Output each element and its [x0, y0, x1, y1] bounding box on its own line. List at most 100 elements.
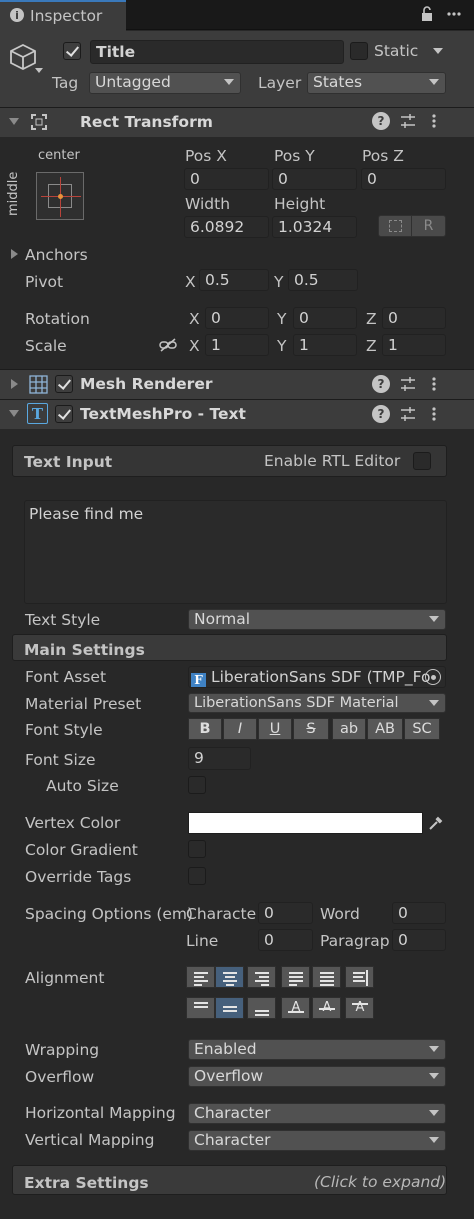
font-style-strikethrough-button[interactable]: S — [293, 718, 329, 740]
align-midline-button[interactable]: A — [312, 997, 341, 1019]
height-label: Height — [274, 195, 326, 213]
anchors-label[interactable]: Anchors — [25, 245, 88, 265]
material-preset-dropdown[interactable]: LiberationSans SDF Material — [188, 693, 446, 713]
word-spacing-label: Word — [320, 905, 360, 923]
horizontal-mapping-dropdown[interactable]: Character — [188, 1103, 446, 1124]
scale-y-field[interactable]: 1 — [293, 334, 357, 356]
align-middle-button[interactable] — [215, 997, 244, 1019]
align-geometry-center-button[interactable] — [345, 966, 374, 988]
foldout-expanded-icon[interactable] — [9, 410, 19, 417]
height-field[interactable]: 1.0324 — [272, 216, 357, 238]
blueprint-mode-button[interactable] — [378, 215, 412, 237]
help-icon[interactable]: ? — [372, 112, 390, 130]
layer-label: Layer — [258, 74, 302, 92]
font-style-smallcaps-button[interactable]: SC — [404, 718, 440, 740]
paragraph-spacing-label: Paragrap — [320, 932, 390, 950]
align-justified-button[interactable] — [281, 966, 310, 988]
line-spacing-field[interactable]: 0 — [258, 929, 313, 951]
scale-z-field[interactable]: 1 — [382, 334, 446, 356]
vertical-mapping-dropdown[interactable]: Character — [188, 1130, 446, 1151]
pivot-x-field[interactable]: 0.5 — [199, 269, 269, 291]
constrain-proportions-link-icon[interactable] — [158, 335, 178, 355]
align-left-button[interactable] — [186, 966, 215, 988]
static-checkbox[interactable] — [350, 42, 368, 60]
font-style-bold-button[interactable]: B — [188, 718, 222, 740]
override-tags-checkbox[interactable] — [188, 867, 206, 885]
width-field[interactable]: 6.0892 — [184, 216, 269, 238]
vertex-color-swatch[interactable] — [188, 812, 423, 834]
rot-y-field[interactable]: 0 — [293, 307, 357, 329]
rot-x-field[interactable]: 0 — [205, 307, 269, 329]
active-checkbox[interactable] — [63, 42, 81, 60]
text-input-label: Text Input — [24, 453, 113, 471]
character-spacing-field[interactable]: 0 — [258, 902, 313, 924]
presets-sliders-icon[interactable] — [399, 111, 417, 131]
more-menu-icon[interactable] — [442, 4, 466, 24]
tag-dropdown[interactable]: Untagged — [89, 72, 241, 94]
pos-y-field[interactable]: 0 — [272, 168, 357, 190]
align-flush-button[interactable] — [312, 966, 341, 988]
textmeshpro-title: TextMeshPro - Text — [80, 405, 246, 423]
help-icon[interactable]: ? — [372, 375, 390, 393]
text-input-value: Please find me — [29, 505, 144, 523]
font-style-italic-button[interactable]: I — [223, 718, 257, 740]
raw-edit-button[interactable]: R — [411, 215, 446, 237]
paragraph-spacing-field[interactable]: 0 — [392, 929, 446, 951]
pos-z-field[interactable]: 0 — [361, 168, 446, 190]
chevron-down-icon — [429, 79, 439, 85]
align-center-button[interactable] — [215, 966, 244, 988]
textmeshpro-enabled-checkbox[interactable] — [55, 405, 73, 423]
object-picker-icon[interactable] — [425, 669, 441, 685]
text-input-area[interactable]: Please find me — [24, 500, 447, 604]
presets-sliders-icon[interactable] — [399, 374, 417, 394]
icon-dropdown-arrow[interactable] — [35, 68, 43, 73]
color-gradient-checkbox[interactable] — [188, 840, 206, 858]
align-baseline-button[interactable]: A — [281, 997, 310, 1019]
align-capline-button[interactable]: A — [345, 997, 374, 1019]
pos-x-label: Pos X — [185, 147, 227, 165]
font-style-lowercase-button[interactable]: ab — [332, 718, 366, 740]
anchor-preset-button[interactable] — [36, 172, 84, 220]
font-size-field[interactable]: 9 — [188, 747, 251, 770]
auto-size-checkbox[interactable] — [188, 776, 206, 794]
align-bottom-button[interactable] — [247, 997, 276, 1019]
anchors-foldout-icon[interactable] — [11, 249, 18, 259]
font-style-uppercase-button[interactable]: AB — [367, 718, 403, 740]
pivot-y-field[interactable]: 0.5 — [288, 269, 358, 291]
component-menu-icon[interactable] — [426, 111, 442, 131]
inspector-tab[interactable]: i Inspector — [0, 0, 126, 31]
name-field[interactable]: Title — [90, 40, 344, 64]
component-menu-icon[interactable] — [426, 404, 442, 424]
overflow-dropdown[interactable]: Overflow — [188, 1066, 446, 1087]
align-right-button[interactable] — [247, 966, 276, 988]
font-style-underline-button[interactable]: U — [258, 718, 292, 740]
text-style-label: Text Style — [25, 611, 101, 629]
wrapping-dropdown[interactable]: Enabled — [188, 1039, 446, 1060]
layer-dropdown[interactable]: States — [307, 72, 446, 94]
word-spacing-field[interactable]: 0 — [392, 902, 446, 924]
font-asset-label: Font Asset — [25, 668, 107, 686]
extra-settings-label: Extra Settings — [24, 1174, 149, 1192]
presets-sliders-icon[interactable] — [399, 404, 417, 424]
mesh-renderer-enabled-checkbox[interactable] — [55, 375, 73, 393]
blueprint-icon — [389, 220, 402, 232]
chevron-down-icon — [429, 1046, 439, 1052]
rtl-editor-checkbox[interactable] — [413, 452, 431, 470]
alignment-label: Alignment — [25, 969, 105, 987]
align-top-button[interactable] — [186, 997, 215, 1019]
font-asset-field[interactable]: F LiberationSans SDF (TMP_Fo — [188, 666, 446, 688]
text-style-dropdown[interactable]: Normal — [188, 609, 446, 630]
font-size-label: Font Size — [25, 751, 96, 769]
eyedropper-icon[interactable] — [425, 812, 445, 834]
pos-x-field[interactable]: 0 — [184, 168, 269, 190]
foldout-collapsed-icon[interactable] — [11, 379, 18, 389]
lock-icon[interactable] — [418, 4, 436, 24]
scale-x-field[interactable]: 1 — [205, 334, 269, 356]
help-icon[interactable]: ? — [372, 405, 390, 423]
static-dropdown-arrow[interactable] — [433, 48, 443, 54]
foldout-expanded-icon[interactable] — [9, 118, 19, 125]
character-spacing-label: Characte — [186, 905, 257, 923]
rot-z-field[interactable]: 0 — [382, 307, 446, 329]
rotation-label: Rotation — [25, 310, 90, 328]
component-menu-icon[interactable] — [426, 374, 442, 394]
